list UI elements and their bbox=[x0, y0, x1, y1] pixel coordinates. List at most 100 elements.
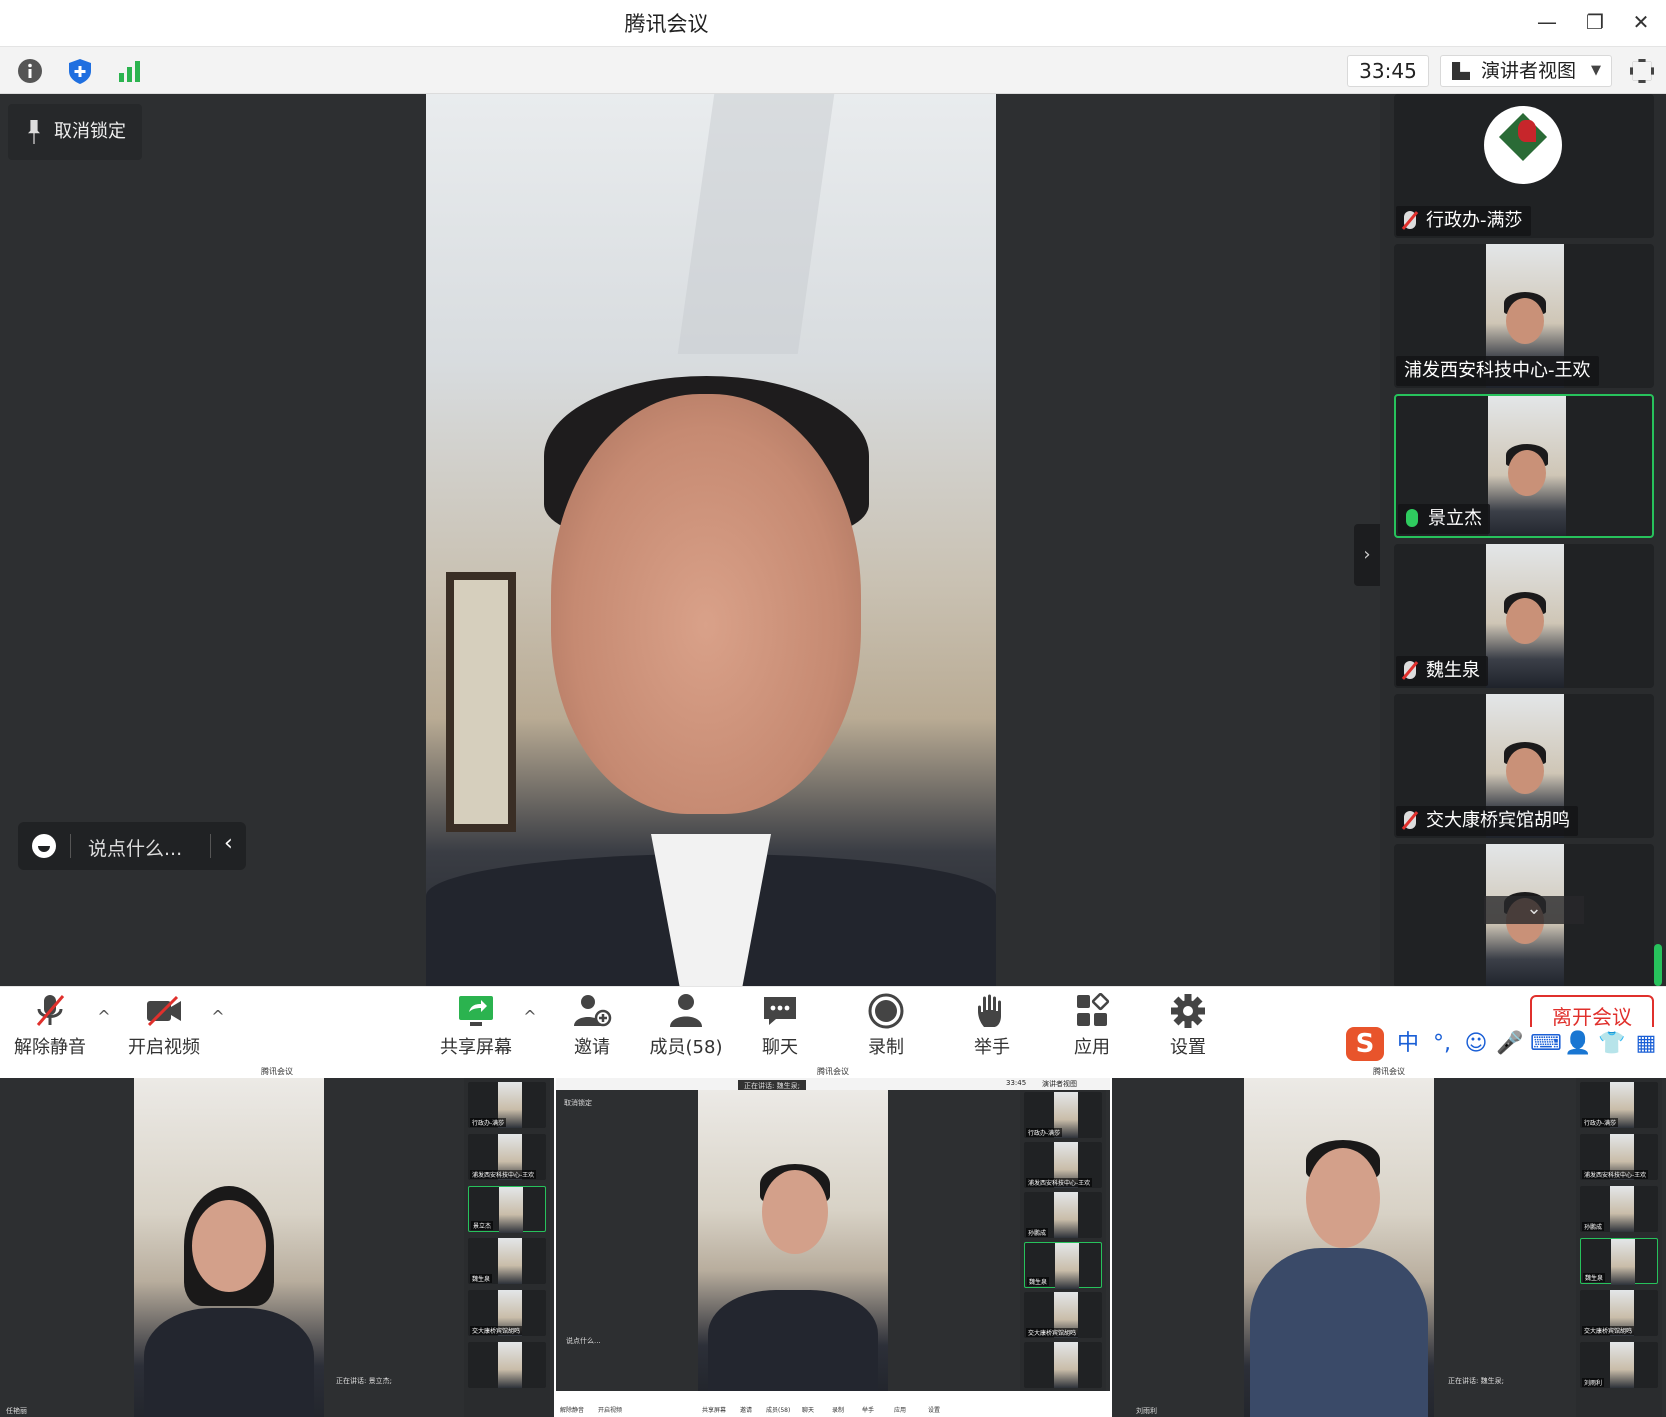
close-button[interactable]: ✕ bbox=[1626, 10, 1656, 36]
apps-label: 应用 bbox=[1074, 1037, 1110, 1058]
scroll-down-icon[interactable]: ⌄ bbox=[1484, 896, 1584, 924]
apps-grid-icon bbox=[1072, 992, 1112, 1029]
share-screen-label: 共享屏幕 bbox=[440, 1037, 512, 1058]
gear-icon bbox=[1168, 993, 1208, 1029]
view-mode-dropdown[interactable]: 演讲者视图 ▼ bbox=[1440, 55, 1612, 87]
share-options-caret[interactable]: ^ bbox=[522, 1007, 538, 1037]
ime-chinese-mode[interactable]: 中 bbox=[1394, 1029, 1422, 1059]
control-bar: 解除静音 ^ 开启视频 ^ 共享屏幕 ^ 邀请 成员(58) 聊天 录制 举手 … bbox=[0, 986, 1666, 1066]
speaker-stage: 取消锁定 说点什么... ‹ bbox=[0, 94, 1380, 986]
video-options-caret[interactable]: ^ bbox=[210, 1007, 226, 1037]
chat-bubble-icon bbox=[760, 993, 800, 1029]
ime-punctuation-icon[interactable]: °, bbox=[1428, 1029, 1456, 1059]
share-screen-button[interactable]: 共享屏幕 bbox=[434, 993, 518, 1063]
participant-tile[interactable]: 行政办-满莎 bbox=[1394, 94, 1654, 238]
mic-muted-icon bbox=[1404, 661, 1416, 679]
ime-toolbar: S 中 °, ☺ 🎤 ⌨ 👤 👕 ▦ bbox=[1344, 1027, 1666, 1063]
record-label: 录制 bbox=[868, 1037, 904, 1058]
ime-voice-icon[interactable]: 🎤 bbox=[1496, 1029, 1524, 1059]
invite-person-icon bbox=[572, 993, 612, 1029]
info-icon[interactable] bbox=[16, 57, 44, 85]
raise-hand-label: 举手 bbox=[974, 1037, 1010, 1058]
security-shield-icon[interactable] bbox=[66, 57, 94, 85]
restore-button[interactable]: ❐ bbox=[1580, 10, 1610, 36]
mini-sidebar: 行政办-满莎 浦发西安科技中心-王欢 孙鹏成 魏生泉 交大康桥宾馆胡鸣 bbox=[1020, 1090, 1106, 1391]
mini-window-title: 腾讯会议 bbox=[1112, 1066, 1666, 1078]
meeting-timer: 33:45 bbox=[1347, 55, 1429, 87]
audio-options-caret[interactable]: ^ bbox=[96, 1007, 112, 1037]
mini-speaker-video bbox=[1244, 1078, 1434, 1417]
chat-button[interactable]: 聊天 bbox=[738, 993, 822, 1063]
signal-strength-icon[interactable] bbox=[116, 57, 144, 85]
members-button[interactable]: 成员(58) bbox=[644, 993, 728, 1063]
video-off-icon bbox=[144, 993, 184, 1029]
participant-name: 景立杰 bbox=[1428, 508, 1482, 529]
meeting-toolbar: 33:45 演讲者视图 ▼ bbox=[0, 46, 1666, 94]
members-label: 成员(58) bbox=[649, 1037, 723, 1058]
invite-label: 邀请 bbox=[574, 1037, 610, 1058]
unmute-button[interactable]: 解除静音 bbox=[8, 993, 92, 1063]
active-speaker-video bbox=[426, 94, 996, 986]
participant-video bbox=[1488, 396, 1566, 536]
mic-active-icon bbox=[1406, 509, 1418, 527]
start-video-button[interactable]: 开启视频 bbox=[122, 993, 206, 1063]
record-icon bbox=[866, 993, 906, 1029]
meeting-screenshot-1: 腾讯会议 行政办-满莎 浦发西安科技中心-王欢 景立杰 魏生泉 交大康桥宾馆胡鸣… bbox=[0, 1066, 554, 1417]
participant-tile[interactable]: 浦发西安科技中心-王欢 bbox=[1394, 244, 1654, 388]
participant-tile[interactable]: 魏生泉 bbox=[1394, 544, 1654, 688]
mini-sidebar: 行政办-满莎 浦发西安科技中心-王欢 景立杰 魏生泉 交大康桥宾馆胡鸣 bbox=[464, 1078, 550, 1417]
participant-name: 行政办-满莎 bbox=[1426, 210, 1523, 231]
mini-window-title: 腾讯会议 bbox=[556, 1066, 1110, 1078]
hand-icon bbox=[972, 993, 1012, 1029]
mini-chat-box: 说点什么... bbox=[566, 1337, 601, 1345]
org-logo-avatar bbox=[1484, 106, 1562, 184]
mini-speaker-video bbox=[134, 1078, 324, 1417]
sogou-ime-logo[interactable]: S bbox=[1346, 1027, 1384, 1061]
collapse-chat-icon[interactable]: ‹ bbox=[224, 831, 233, 856]
minimize-button[interactable]: — bbox=[1532, 10, 1562, 36]
pin-icon bbox=[28, 120, 40, 144]
chevron-down-icon: ▼ bbox=[1591, 63, 1601, 78]
chat-input[interactable]: 说点什么... bbox=[88, 834, 182, 861]
tencent-meeting-window: 腾讯会议 — ❐ ✕ 33:45 演讲者视图 ▼ 取消锁定 说点什么... ‹ … bbox=[0, 0, 1666, 1417]
share-screen-icon bbox=[456, 993, 496, 1029]
members-icon bbox=[666, 993, 706, 1029]
settings-label: 设置 bbox=[1170, 1037, 1206, 1058]
participant-sidebar: 行政办-满莎 浦发西安科技中心-王欢 景立杰 魏生泉 交大康桥宾馆胡鸣 ⌄ bbox=[1380, 94, 1666, 988]
participant-tile[interactable]: 交大康桥宾馆胡鸣 bbox=[1394, 694, 1654, 838]
mini-control-bar: 解除静音 开启视频 共享屏幕 邀请 成员(58) 聊天 录制 举手 应用 设置 bbox=[556, 1391, 1110, 1417]
participant-tile-active[interactable]: 景立杰 bbox=[1394, 394, 1654, 538]
meeting-screenshot-2: 腾讯会议 33:45 演讲者视图 正在讲话: 魏生泉; 取消锁定 说点什么...… bbox=[556, 1066, 1110, 1417]
ime-keyboard-icon[interactable]: ⌨ bbox=[1530, 1029, 1562, 1059]
invite-button[interactable]: 邀请 bbox=[550, 993, 634, 1063]
participant-name: 交大康桥宾馆胡鸣 bbox=[1426, 810, 1570, 831]
emoji-icon[interactable] bbox=[32, 834, 56, 858]
ime-user-icon[interactable]: 👤 bbox=[1564, 1029, 1592, 1059]
mini-window-title: 腾讯会议 bbox=[0, 1066, 554, 1078]
ime-emoji-icon[interactable]: ☺ bbox=[1462, 1029, 1490, 1059]
mini-sidebar: 行政办-满莎 浦发西安科技中心-王欢 孙鹏成 魏生泉 交大康桥宾馆胡鸣 刘雨利 bbox=[1576, 1078, 1662, 1417]
mini-speaking-indicator: 正在讲话: 景立杰; bbox=[336, 1377, 392, 1385]
quick-chat-box[interactable]: 说点什么... ‹ bbox=[18, 822, 246, 870]
title-bar: 腾讯会议 — ❐ ✕ bbox=[0, 0, 1666, 46]
mini-toolbar: 33:45 演讲者视图 bbox=[556, 1078, 1110, 1090]
record-button[interactable]: 录制 bbox=[844, 993, 928, 1063]
apps-button[interactable]: 应用 bbox=[1050, 992, 1134, 1063]
unpin-button[interactable]: 取消锁定 bbox=[8, 104, 142, 160]
ime-skin-icon[interactable]: 👕 bbox=[1598, 1029, 1626, 1059]
participant-name: 浦发西安科技中心-王欢 bbox=[1404, 360, 1591, 381]
start-video-label: 开启视频 bbox=[128, 1037, 200, 1058]
mini-speaking-indicator: 正在讲话: 魏生泉; bbox=[1448, 1377, 1504, 1385]
sidebar-scrollbar[interactable] bbox=[1654, 944, 1662, 986]
participant-video bbox=[1486, 544, 1564, 688]
mic-muted-icon bbox=[1404, 811, 1416, 829]
mini-speaker-video bbox=[698, 1090, 888, 1400]
settings-button[interactable]: 设置 bbox=[1146, 993, 1230, 1063]
raise-hand-button[interactable]: 举手 bbox=[950, 993, 1034, 1063]
unpin-label: 取消锁定 bbox=[54, 121, 126, 142]
collapse-sidebar-button[interactable]: › bbox=[1354, 524, 1380, 586]
window-title: 腾讯会议 bbox=[624, 12, 709, 36]
ime-toolbox-icon[interactable]: ▦ bbox=[1632, 1029, 1660, 1059]
fullscreen-icon[interactable] bbox=[1630, 59, 1654, 83]
participant-tile[interactable]: ⌄ bbox=[1394, 844, 1654, 988]
